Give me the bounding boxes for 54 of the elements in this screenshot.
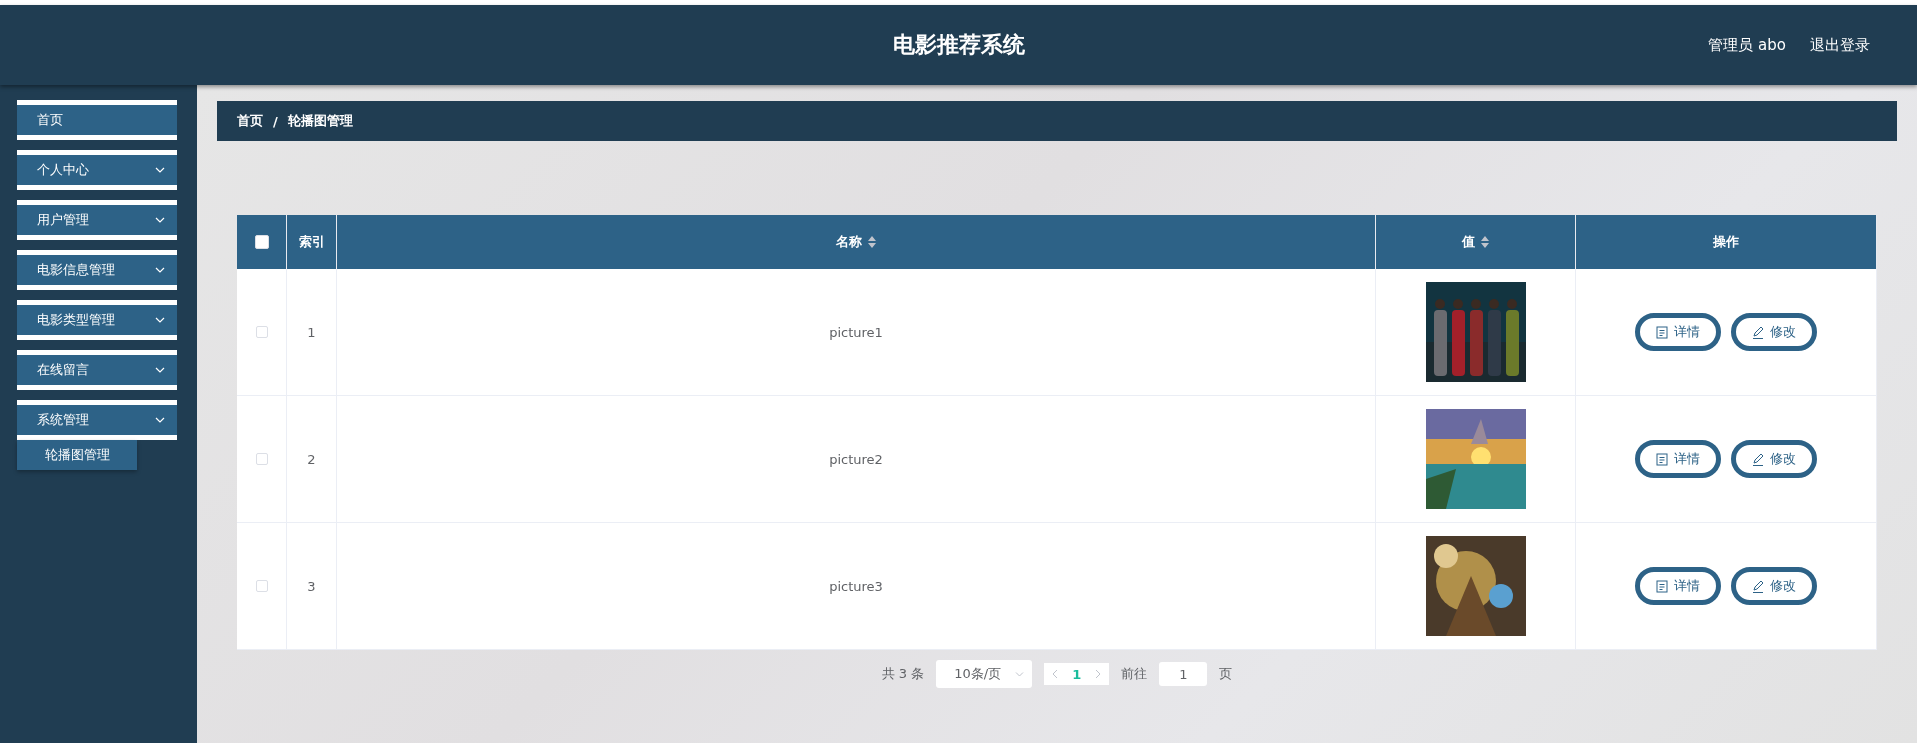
pencil-icon	[1752, 325, 1764, 339]
chevron-icon	[155, 267, 165, 273]
app-title: 电影推荐系统	[892, 31, 1025, 59]
menu-item[interactable]: 用户管理	[17, 200, 177, 240]
chevron-icon	[155, 167, 165, 173]
total-count: 共 3 条	[881, 665, 925, 683]
row-checkbox[interactable]	[255, 580, 268, 592]
column-header: 索引	[287, 215, 337, 269]
table-cell: picture1	[829, 324, 883, 340]
next-page-icon[interactable]	[1095, 669, 1102, 679]
breadcrumb-separator: /	[273, 113, 278, 129]
menu-item[interactable]: 电影类型管理	[17, 300, 177, 340]
column-header[interactable]: 名称	[337, 215, 1376, 269]
prev-page-icon[interactable]	[1052, 669, 1059, 679]
detail-button[interactable]: 详情	[1635, 567, 1721, 605]
menu-item[interactable]: 首页	[17, 100, 177, 140]
page-size-select[interactable]: 10条/页	[936, 660, 1033, 688]
breadcrumb-item[interactable]: 首页	[237, 112, 263, 130]
pencil-icon	[1752, 579, 1764, 593]
goto-unit: 页	[1219, 665, 1233, 683]
menu-item[interactable]: 个人中心	[17, 150, 177, 190]
pencil-icon	[1752, 452, 1764, 466]
user-name: 管理员 abo	[1708, 35, 1786, 55]
table-cell: picture2	[829, 451, 883, 467]
chevron-icon	[155, 217, 165, 223]
edit-button[interactable]: 修改	[1731, 567, 1817, 605]
edit-button[interactable]: 修改	[1731, 313, 1817, 351]
table-cell: 1	[307, 324, 316, 340]
document-icon	[1656, 579, 1668, 593]
row-checkbox[interactable]	[255, 453, 268, 465]
chevron-icon	[1015, 671, 1025, 677]
breadcrumb-item: 轮播图管理	[287, 112, 353, 130]
document-icon	[1656, 325, 1668, 339]
menu-item[interactable]: 在线留言	[17, 350, 177, 390]
chevron-icon	[155, 317, 165, 323]
detail-button[interactable]: 详情	[1635, 440, 1721, 478]
row-checkbox[interactable]	[255, 326, 268, 338]
chevron-icon	[155, 367, 165, 373]
edit-button[interactable]: 修改	[1731, 440, 1817, 478]
detail-button[interactable]: 详情	[1635, 313, 1721, 351]
menu-item[interactable]: 电影信息管理	[17, 250, 177, 290]
document-icon	[1656, 452, 1668, 466]
table-cell: 2	[307, 451, 316, 467]
select-all-checkbox[interactable]	[254, 235, 269, 249]
column-header[interactable]: 值	[1376, 215, 1576, 269]
column-header: 操作	[1576, 215, 1877, 269]
goto-page-field[interactable]: 1	[1159, 662, 1208, 686]
submenu-item[interactable]: 轮播图管理	[17, 440, 137, 470]
table-cell: 3	[307, 578, 316, 594]
menu-item[interactable]: 系统管理	[17, 400, 177, 440]
logout-link[interactable]: 退出登录	[1810, 35, 1870, 55]
goto-label: 前往	[1121, 665, 1148, 683]
chevron-icon	[155, 417, 165, 423]
table-cell: picture3	[829, 578, 883, 594]
